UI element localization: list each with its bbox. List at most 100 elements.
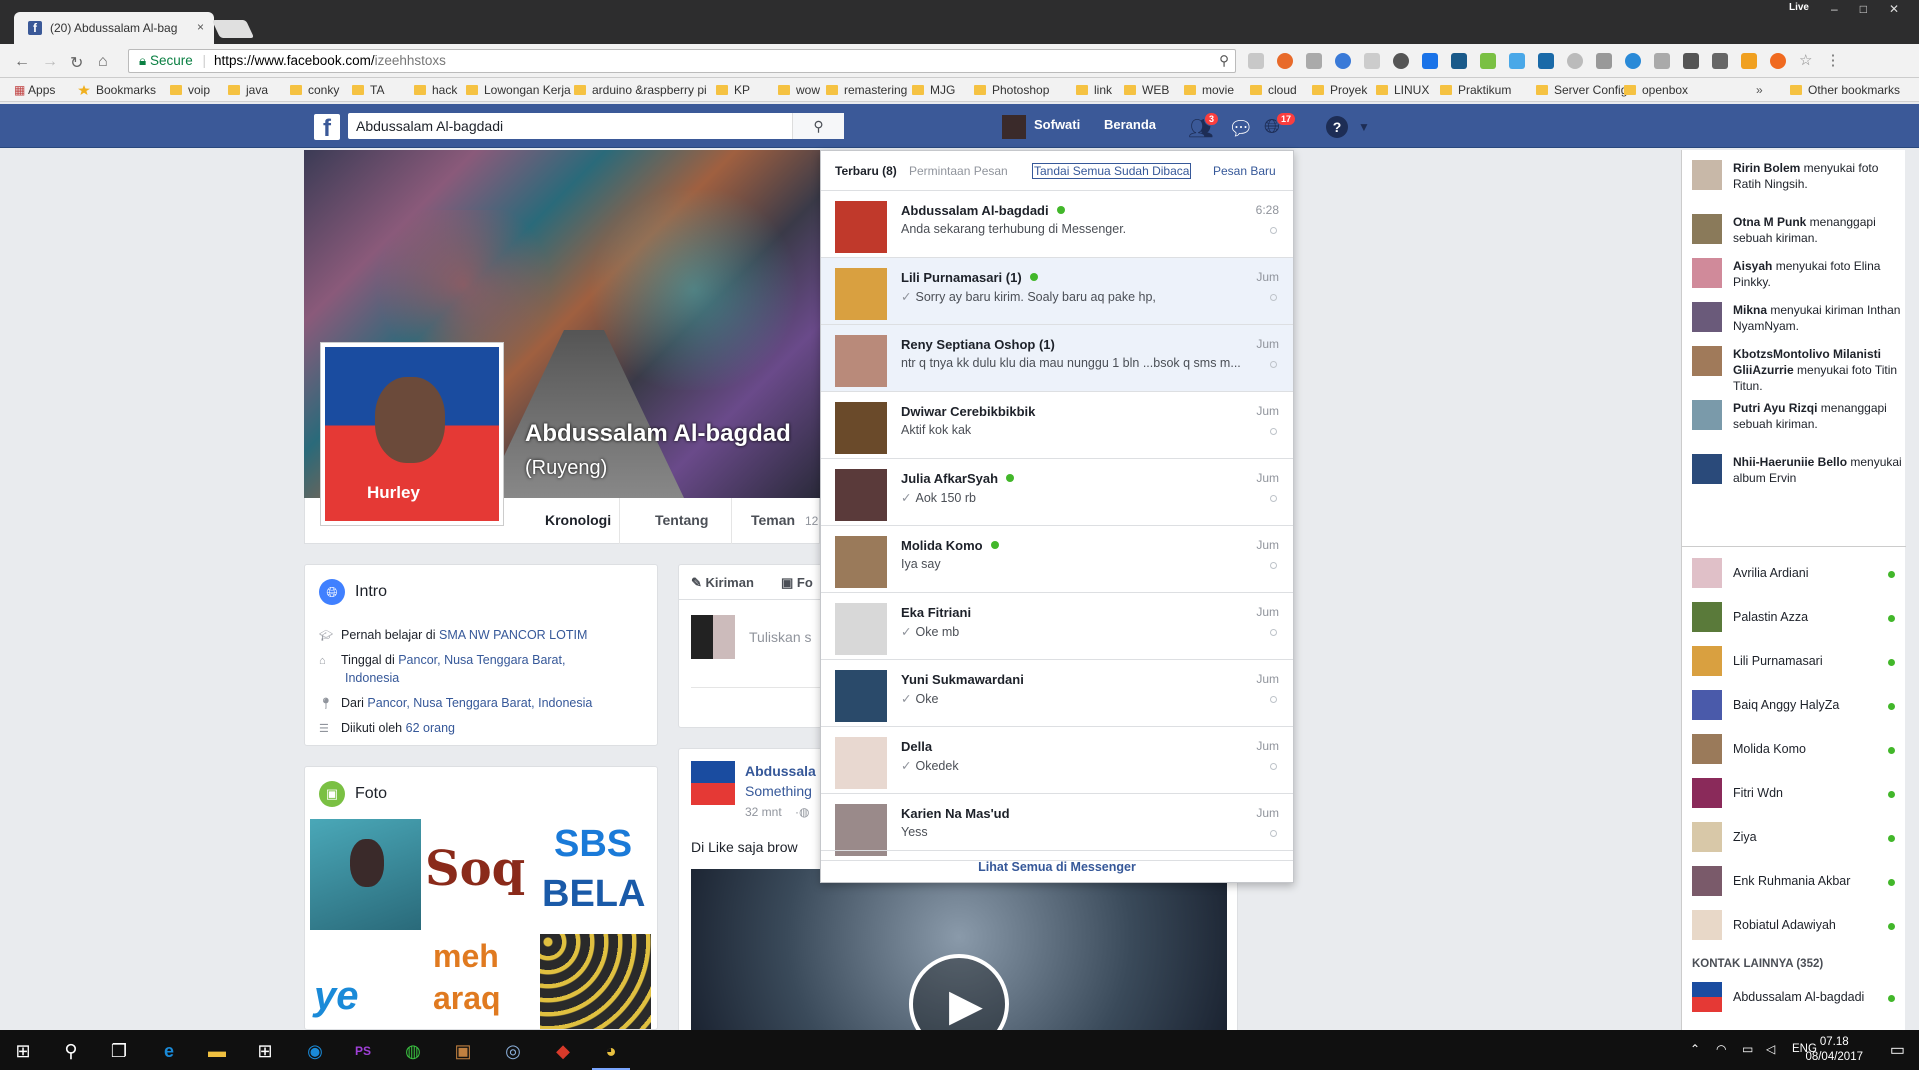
bookmark-folder[interactable]: conky: [290, 83, 339, 97]
other-bookmarks[interactable]: Other bookmarks: [1790, 83, 1900, 97]
extension-icon[interactable]: [1451, 53, 1467, 69]
contact-item[interactable]: Avrilia Ardiani: [1692, 556, 1897, 592]
photo-tile[interactable]: ye: [310, 934, 421, 1029]
battery-icon[interactable]: ▭: [1742, 1042, 1753, 1056]
phpstorm-icon[interactable]: PS: [352, 1040, 374, 1062]
new-message-link[interactable]: Pesan Baru: [1213, 164, 1276, 178]
mark-read-toggle[interactable]: [1270, 696, 1277, 703]
account-menu-chevron-icon[interactable]: ▼: [1358, 120, 1370, 134]
bookmark-folder[interactable]: TA: [352, 83, 384, 97]
bookmark-folder[interactable]: movie: [1184, 83, 1234, 97]
contact-item[interactable]: Ziya: [1692, 820, 1897, 856]
message-thread[interactable]: Yuni Sukmawardani ✓ Oke Jum: [821, 660, 1293, 727]
contact-item[interactable]: Palastin Azza: [1692, 600, 1897, 636]
zoom-icon[interactable]: ⚲: [1219, 50, 1229, 72]
extension-icon[interactable]: [1509, 53, 1525, 69]
menu-icon[interactable]: ⋮: [1825, 53, 1840, 69]
help-icon[interactable]: ?: [1326, 116, 1348, 138]
facebook-search-input[interactable]: Abdussalam Al-bagdadi ⚲: [348, 113, 844, 139]
contact-item[interactable]: Abdussalam Al-bagdadi: [1692, 980, 1897, 1016]
user-avatar[interactable]: [1002, 115, 1026, 139]
extension-icon[interactable]: [1741, 53, 1757, 69]
mark-read-toggle[interactable]: [1270, 763, 1277, 770]
mark-read-toggle[interactable]: [1270, 495, 1277, 502]
bookmark-folder[interactable]: Proyek: [1312, 83, 1367, 97]
address-bar[interactable]: 🔒︎ Secure | https://www.facebook.com/izee…: [128, 49, 1236, 73]
contact-item[interactable]: Baiq Anggy HalyZa: [1692, 688, 1897, 724]
mark-read-toggle[interactable]: [1270, 629, 1277, 636]
extension-icon[interactable]: [1770, 53, 1786, 69]
tab-kronologi[interactable]: Kronologi: [545, 512, 611, 528]
mark-read-toggle[interactable]: [1270, 830, 1277, 837]
photo-tile[interactable]: Soq: [425, 819, 536, 930]
extension-icon[interactable]: [1625, 53, 1641, 69]
bookmark-folder[interactable]: cloud: [1250, 83, 1297, 97]
lives-link[interactable]: Pancor, Nusa Tenggara Barat,: [398, 653, 565, 667]
tab-teman[interactable]: Teman: [751, 512, 795, 528]
bookmark-folder[interactable]: Praktikum: [1440, 83, 1511, 97]
forward-icon[interactable]: →: [42, 53, 58, 71]
bookmark-folder[interactable]: LINUX: [1376, 83, 1429, 97]
contact-item[interactable]: Molida Komo: [1692, 732, 1897, 768]
bookmark-folder[interactable]: remastering: [826, 83, 907, 97]
tray-chevron-icon[interactable]: ⌃: [1690, 1042, 1700, 1056]
message-thread[interactable]: Lili Purnamasari (1) ✓ Sorry ay baru kirim…: [821, 258, 1293, 325]
nav-home[interactable]: Beranda: [1104, 117, 1156, 132]
bookmark-folder[interactable]: java: [228, 83, 268, 97]
clock[interactable]: 07.18 08/04/2017: [1805, 1035, 1863, 1065]
facebook-logo-icon[interactable]: f: [314, 114, 340, 142]
search-icon[interactable]: ⚲: [60, 1040, 82, 1062]
photo-tile[interactable]: meh araq: [425, 934, 536, 1029]
bookmark-folder[interactable]: MJG: [912, 83, 955, 97]
new-tab-button[interactable]: [211, 20, 255, 38]
volume-icon[interactable]: ◁: [1766, 1042, 1775, 1056]
mark-read-toggle[interactable]: [1270, 428, 1277, 435]
contact-item[interactable]: Lili Purnamasari: [1692, 644, 1897, 680]
bookmark-folder[interactable]: WEB: [1124, 83, 1169, 97]
bookmarks-overflow-icon[interactable]: »: [1756, 83, 1763, 97]
extension-icon[interactable]: [1364, 53, 1380, 69]
back-icon[interactable]: ←: [14, 53, 30, 71]
tab-close-icon[interactable]: ×: [197, 20, 204, 34]
extension-icon[interactable]: [1712, 53, 1728, 69]
post-video[interactable]: ▶: [691, 869, 1227, 1037]
steam-icon[interactable]: ◎: [502, 1040, 524, 1062]
message-thread[interactable]: Molida Komo Iya say Jum: [821, 526, 1293, 593]
extension-icon[interactable]: [1480, 53, 1496, 69]
bookmark-folder[interactable]: link: [1076, 83, 1112, 97]
message-thread[interactable]: Abdussalam Al-bagdadi Anda sekarang terhu…: [821, 191, 1293, 258]
profile-picture[interactable]: Hurley: [320, 342, 504, 526]
edge-browser-icon[interactable]: e: [158, 1040, 180, 1062]
extension-icon[interactable]: [1277, 53, 1293, 69]
notifications-center-icon[interactable]: ▭: [1890, 1040, 1905, 1060]
bookmark-folder[interactable]: Lowongan Kerja: [466, 83, 571, 97]
message-thread[interactable]: Dwiwar Cerebikbikbik Aktif kok kak Jum: [821, 392, 1293, 459]
extension-icon[interactable]: [1393, 53, 1409, 69]
bookmark-star-icon[interactable]: ☆: [1799, 53, 1812, 69]
extension-icon[interactable]: [1422, 53, 1438, 69]
browser-tab-active[interactable]: f (20) Abdussalam Al-bag ×: [14, 12, 214, 44]
extension-icon[interactable]: [1683, 53, 1699, 69]
chrome-icon[interactable]: ◕: [600, 1040, 622, 1062]
message-thread[interactable]: Julia AfkarSyah ✓ Aok 150 rb Jum: [821, 459, 1293, 526]
messenger-icon[interactable]: 💬︎: [1228, 116, 1253, 141]
bookmark-folder[interactable]: Server Config: [1536, 83, 1627, 97]
extension-icon[interactable]: [1335, 53, 1351, 69]
contact-item[interactable]: Robiatul Adawiyah: [1692, 908, 1897, 944]
extension-icon[interactable]: [1538, 53, 1554, 69]
post-time[interactable]: 32 mnt: [745, 805, 782, 819]
bookmark-folder[interactable]: hack: [414, 83, 457, 97]
photo-tile[interactable]: SBS BELA: [540, 819, 651, 930]
message-thread[interactable]: Reny Septiana Oshop (1) ntr q tnya kk dul…: [821, 325, 1293, 392]
extension-icon[interactable]: [1248, 53, 1264, 69]
play-button[interactable]: ▶: [909, 954, 1009, 1037]
tab-tentang[interactable]: Tentang: [655, 512, 708, 528]
bookmark-folder[interactable]: openbox: [1624, 83, 1688, 97]
task-view-icon[interactable]: ❐: [108, 1040, 130, 1062]
post-subtitle[interactable]: Something: [745, 783, 812, 799]
extension-icon[interactable]: [1596, 53, 1612, 69]
see-all-messenger-link[interactable]: Lihat Semua di Messenger: [821, 850, 1293, 882]
file-explorer-icon[interactable]: ▬: [206, 1040, 228, 1062]
bookmark-folder[interactable]: wow: [778, 83, 820, 97]
school-link[interactable]: SMA NW PANCOR LOTIM: [439, 628, 587, 642]
